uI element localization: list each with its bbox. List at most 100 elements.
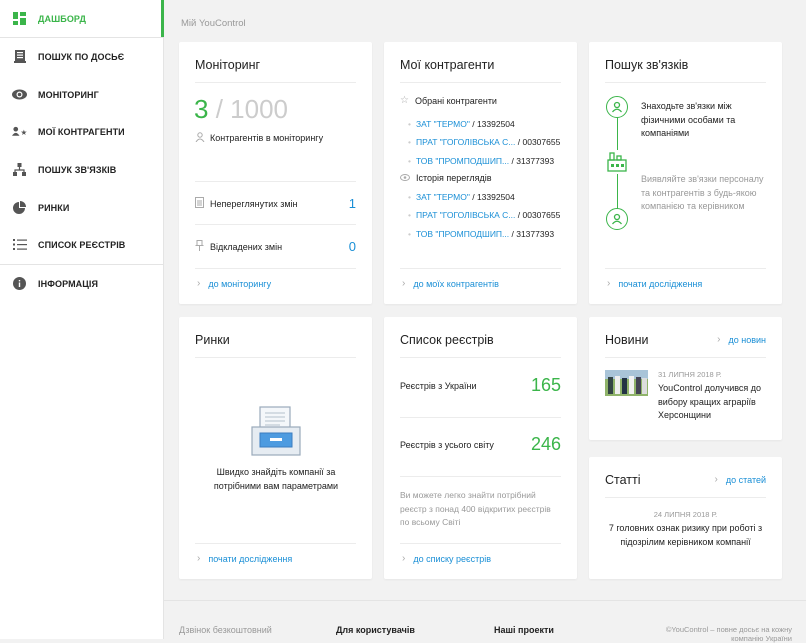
monitoring-limit: / 1000 [215, 94, 288, 124]
contractors-icon: ★ [12, 124, 27, 139]
articles-link-label: до статей [725, 474, 766, 485]
chevron-right-icon: › [714, 474, 718, 485]
list-item[interactable]: • ПРАТ "ГОГОЛІВСЬКА С... / 00307655 [408, 206, 560, 224]
ua-registries-label: Реєстрів з України [400, 380, 477, 391]
sidebar-item-registries[interactable]: СПИСОК РЕЄСТРІВ [0, 226, 164, 263]
chevron-right-icon: › [402, 553, 406, 564]
company-code: / 31377393 [511, 228, 555, 239]
eye-icon [12, 87, 27, 102]
company-link[interactable]: ТОВ "ПРОМПОДШИП... [416, 229, 509, 239]
monitoring-link[interactable]: › до моніторингу [197, 278, 271, 289]
ua-registries-value: 165 [530, 375, 561, 395]
registries-link[interactable]: › до списку реєстрів [402, 553, 491, 564]
company-link[interactable]: ТОВ "ПРОМПОДШИП... [416, 156, 509, 166]
monitoring-count-row: Контрагентів в моніторингу [195, 132, 323, 144]
pin-icon [195, 240, 204, 253]
markets-card: Ринки Швидко знайдіть компанії за потріб… [179, 317, 372, 579]
divider [195, 357, 356, 358]
chevron-right-icon: › [607, 278, 611, 289]
company-code: / 13392504 [472, 192, 515, 202]
sidebar-item-dossier[interactable]: ПОШУК ПО ДОСЬЄ [0, 38, 164, 75]
card-title: Новини [605, 333, 649, 347]
relations-link[interactable]: › почати дослідження [607, 278, 702, 289]
favorites-list: • ЗАТ "ТЕРМО" / 13392504 • ПРАТ "ГОГОЛІВСЬ… [408, 115, 560, 170]
favorites-label: Обрані контрагенти [414, 95, 497, 106]
footer-for-users: Для користувачів [336, 625, 415, 635]
dossier-icon [12, 49, 27, 64]
chevron-right-icon: › [717, 334, 721, 345]
registries-note: Ви можете легко знайти потрібний реєстр … [400, 490, 551, 527]
company-link[interactable]: ЗАТ "ТЕРМО" [416, 119, 470, 129]
monitoring-link-label: до моніторингу [208, 278, 272, 289]
postponed-changes-row[interactable]: Відкладених змін 0 [195, 239, 356, 254]
svg-text:★: ★ [20, 128, 27, 137]
chevron-right-icon: › [402, 278, 406, 289]
divider [400, 268, 561, 269]
card-title: Статті [605, 473, 641, 487]
breadcrumb: Мій YouControl [181, 18, 246, 29]
relations-link-label: почати дослідження [618, 278, 703, 289]
sidebar-item-monitoring[interactable]: МОНІТОРИНГ [0, 76, 164, 113]
chevron-right-icon: › [197, 553, 201, 564]
registries-link-label: до списку реєстрів [413, 553, 492, 564]
history-heading: Історія переглядів [400, 173, 492, 183]
divider [195, 224, 356, 225]
world-registries-value: 246 [530, 434, 561, 454]
news-link[interactable]: › до новин [717, 334, 766, 345]
contractors-link[interactable]: › до моїх контрагентів [402, 278, 499, 289]
footer: Дзвінок безкоштовний Для користувачів На… [164, 600, 806, 643]
footer-free-call: Дзвінок безкоштовний [179, 625, 272, 635]
history-list: • ЗАТ "ТЕРМО" / 13392504 • ПРАТ "ГОГОЛІВСЬ… [408, 188, 560, 243]
card-title: Мої контрагенти [400, 58, 495, 72]
list-item[interactable]: • ПРАТ "ГОГОЛІВСЬКА С... / 00307655 [408, 133, 560, 151]
news-thumbnail[interactable] [605, 370, 648, 396]
company-link[interactable]: ЗАТ "ТЕРМО" [416, 192, 470, 202]
article-date: 24 ЛИПНЯ 2018 Р. [653, 510, 718, 519]
divider [400, 476, 561, 477]
sidebar-item-label: ПОШУК ПО ДОСЬЄ [38, 51, 125, 62]
relations-text-1: Знаходьте зв'язки між фізичними особами … [641, 101, 736, 138]
articles-link[interactable]: › до статей [715, 474, 766, 485]
divider [400, 417, 561, 418]
monitoring-counter: 3 / 1000 [194, 94, 288, 125]
card-title: Список реєстрів [400, 333, 494, 347]
factory-icon [606, 150, 628, 174]
postponed-label: Відкладених змін [210, 241, 283, 252]
sidebar-item-markets[interactable]: РИНКИ [0, 189, 164, 226]
sidebar-item-label: РИНКИ [38, 202, 70, 213]
company-code: / 00307655 [517, 210, 561, 221]
list-item[interactable]: • ЗАТ "ТЕРМО" / 13392504 [408, 188, 560, 206]
article-text[interactable]: 7 головних ознак ризику при роботі з під… [605, 522, 766, 549]
list-item[interactable]: • ЗАТ "ТЕРМО" / 13392504 [408, 115, 560, 133]
articles-card: Статті › до статей 24 ЛИПНЯ 2018 Р. 7 го… [589, 457, 782, 579]
divider [605, 82, 766, 83]
person-icon [606, 208, 628, 230]
company-link[interactable]: ПРАТ "ГОГОЛІВСЬКА С... [416, 137, 515, 147]
sidebar-item-info[interactable]: ІНФОРМАЦІЯ [0, 265, 164, 302]
sidebar: ДАШБОРД ПОШУК ПО ДОСЬЄ МОНІТОРИНГ ★ МОЇ … [0, 0, 164, 639]
divider [195, 181, 356, 182]
markets-link[interactable]: › почати дослідження [197, 553, 292, 564]
unviewed-label: Непереглянутих змін [210, 198, 298, 209]
relations-icon [12, 162, 27, 177]
news-text[interactable]: YouControl долучився до вибору кращих аг… [658, 382, 770, 423]
sidebar-item-label: ІНФОРМАЦІЯ [38, 278, 99, 289]
sidebar-item-dashboard[interactable]: ДАШБОРД [0, 0, 164, 37]
sidebar-item-label: МОЇ КОНТРАГЕНТИ [38, 126, 125, 137]
company-link[interactable]: ПРАТ "ГОГОЛІВСЬКА С... [416, 210, 515, 220]
news-date: 31 ЛИПНЯ 2018 Р. [658, 370, 722, 379]
divider [605, 357, 766, 358]
sidebar-item-label: ДАШБОРД [38, 13, 86, 24]
world-registries-row: Реєстрів з усього світу 246 [400, 434, 561, 455]
markets-link-label: почати дослідження [208, 553, 293, 564]
divider [605, 268, 766, 269]
company-code: / 00307655 [517, 137, 561, 148]
unviewed-changes-row[interactable]: Непереглянутих змін 1 [195, 196, 356, 211]
divider [195, 268, 356, 269]
sidebar-item-contractors[interactable]: ★ МОЇ КОНТРАГЕНТИ [0, 113, 164, 150]
list-item[interactable]: • ТОВ "ПРОМПОДШИП... / 31377393 [408, 152, 560, 170]
sidebar-item-relations[interactable]: ПОШУК ЗВ'ЯЗКІВ [0, 151, 164, 188]
list-item[interactable]: • ТОВ "ПРОМПОДШИП... / 31377393 [408, 225, 560, 243]
ua-registries-row: Реєстрів з України 165 [400, 375, 561, 396]
monitoring-card: Моніторинг 3 / 1000 Контрагентів в моніт… [179, 42, 372, 304]
